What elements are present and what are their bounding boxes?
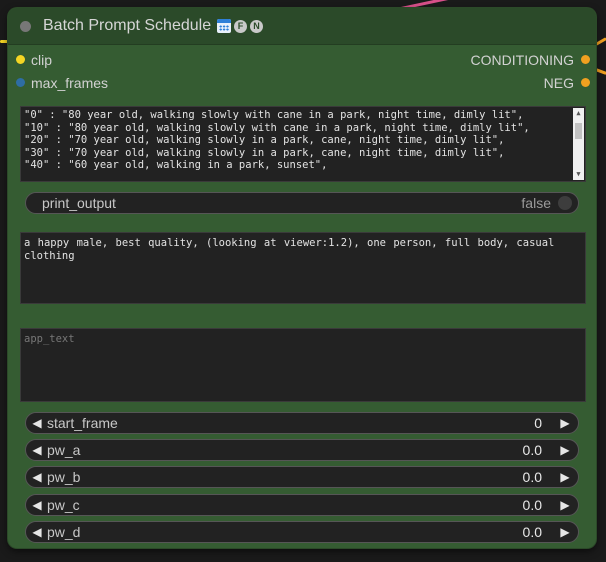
- decrement-arrow-icon[interactable]: ◀: [29, 440, 45, 460]
- schedule-scrollbar[interactable]: ▲ ▼: [573, 108, 584, 180]
- batch-prompt-schedule-node[interactable]: Batch Prompt Schedule F N clip max_frame…: [8, 8, 596, 548]
- output-slot-neg[interactable]: NEG: [430, 74, 590, 92]
- input-label-clip: clip: [31, 52, 53, 68]
- input-slot-max-frames[interactable]: max_frames: [14, 74, 154, 92]
- node-title-bar[interactable]: Batch Prompt Schedule F N: [8, 8, 596, 45]
- scroll-down-icon[interactable]: ▼: [573, 169, 584, 180]
- increment-arrow-icon[interactable]: ▶: [557, 467, 573, 487]
- max-frames-slot-dot[interactable]: [16, 78, 25, 87]
- node-badges: F N: [217, 18, 263, 34]
- increment-arrow-icon[interactable]: ▶: [557, 522, 573, 542]
- node-title: Batch Prompt Schedule: [43, 17, 212, 34]
- pw-d-value: 0.0: [522, 524, 542, 540]
- neg-slot-dot[interactable]: [581, 78, 590, 87]
- start-frame-widget[interactable]: ◀ start_frame 0 ▶: [25, 412, 579, 434]
- start-frame-value: 0: [534, 415, 542, 431]
- pw-a-label: pw_a: [47, 442, 81, 458]
- badge-f-icon: F: [234, 19, 247, 33]
- schedule-line: "20" : "70 year old, walking slowly in a…: [24, 134, 505, 146]
- increment-arrow-icon[interactable]: ▶: [557, 413, 573, 433]
- collapse-toggle[interactable]: [20, 21, 31, 32]
- pw-a-widget[interactable]: ◀ pw_a 0.0 ▶: [25, 439, 579, 461]
- scroll-up-icon[interactable]: ▲: [573, 108, 584, 119]
- output-label-conditioning: CONDITIONING: [470, 52, 574, 68]
- pre-text-textarea[interactable]: a happy male, best quality, (looking at …: [20, 232, 586, 304]
- print-output-toggle[interactable]: print_output false: [25, 192, 579, 214]
- print-output-label: print_output: [42, 195, 116, 211]
- decrement-arrow-icon[interactable]: ◀: [29, 467, 45, 487]
- schedule-textarea[interactable]: "0" : "80 year old, walking slowly with …: [20, 106, 586, 182]
- schedule-line: "0" : "80 year old, walking slowly with …: [24, 109, 524, 121]
- decrement-arrow-icon[interactable]: ◀: [29, 522, 45, 542]
- pw-a-value: 0.0: [522, 442, 542, 458]
- link-wire: [595, 37, 606, 46]
- input-label-max-frames: max_frames: [31, 75, 109, 91]
- start-frame-label: start_frame: [47, 415, 118, 431]
- clip-slot-dot[interactable]: [16, 55, 25, 64]
- pw-c-widget[interactable]: ◀ pw_c 0.0 ▶: [25, 494, 579, 516]
- pw-b-value: 0.0: [522, 469, 542, 485]
- print-output-value: false: [521, 195, 551, 211]
- badge-n-icon: N: [250, 19, 263, 33]
- decrement-arrow-icon[interactable]: ◀: [29, 413, 45, 433]
- increment-arrow-icon[interactable]: ▶: [557, 495, 573, 515]
- input-slot-clip[interactable]: clip: [14, 51, 134, 69]
- schedule-line: "30" : "70 year old, walking slowly in a…: [24, 146, 505, 159]
- output-label-neg: NEG: [543, 75, 574, 91]
- output-slot-conditioning[interactable]: CONDITIONING: [430, 51, 590, 69]
- decrement-arrow-icon[interactable]: ◀: [29, 495, 45, 515]
- pw-b-widget[interactable]: ◀ pw_b 0.0 ▶: [25, 466, 579, 488]
- pw-c-label: pw_c: [47, 497, 80, 513]
- app-text-textarea[interactable]: app_text: [20, 328, 586, 402]
- scroll-thumb[interactable]: [575, 123, 582, 139]
- schedule-line: "10" : "80 year old, walking slowly with…: [24, 121, 530, 134]
- pw-d-label: pw_d: [47, 524, 81, 540]
- calendar-icon: [217, 19, 231, 33]
- schedule-line: "40" : "60 year old, walking in a park, …: [24, 159, 328, 171]
- pw-d-widget[interactable]: ◀ pw_d 0.0 ▶: [25, 521, 579, 543]
- conditioning-slot-dot[interactable]: [581, 55, 590, 64]
- pw-b-label: pw_b: [47, 469, 81, 485]
- pw-c-value: 0.0: [522, 497, 542, 513]
- pre-text-value: a happy male, best quality, (looking at …: [24, 237, 555, 262]
- increment-arrow-icon[interactable]: ▶: [557, 440, 573, 460]
- link-wire: [594, 68, 606, 75]
- app-text-placeholder: app_text: [24, 333, 75, 345]
- toggle-knob-icon[interactable]: [558, 196, 572, 210]
